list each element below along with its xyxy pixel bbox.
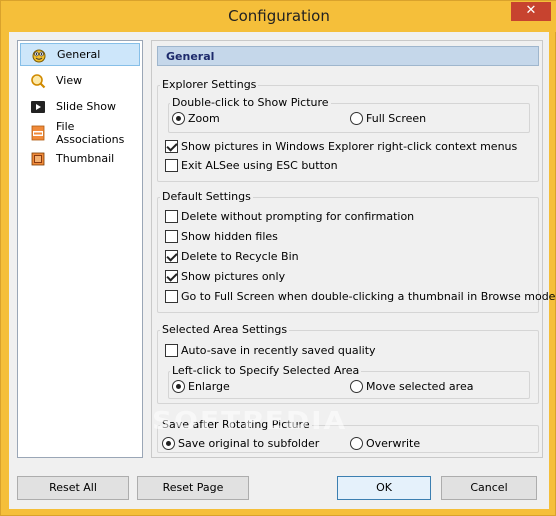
slideshow-icon [30,99,46,115]
nav-label-view: View [56,74,83,87]
auto-save-checkbox[interactable]: Auto-save in recently saved quality [165,344,376,357]
view-icon [30,73,46,89]
show-hidden-label: Show hidden files [181,230,278,243]
reset-page-button[interactable]: Reset Page [137,476,249,500]
ok-button[interactable]: OK [337,476,431,500]
delete-recycle-label: Delete to Recycle Bin [181,250,299,263]
nav-item-slide-show[interactable]: Slide Show [20,95,140,118]
pane-header: General [157,46,539,66]
delete-without-prompt-checkbox[interactable]: Delete without prompting for confirmatio… [165,210,414,223]
overwrite-label: Overwrite [366,437,421,450]
general-icon [31,47,47,63]
configuration-window: Configuration ✕ General View Slide Show … [0,0,556,516]
delete-recycle-box[interactable] [165,250,178,263]
full-screen-radio-button[interactable] [350,112,363,125]
enlarge-label: Enlarge [188,380,230,393]
overwrite-radio-button[interactable] [350,437,363,450]
pane-header-title: General [166,50,215,63]
zoom-radio[interactable]: Zoom [172,112,220,125]
enlarge-radio-button[interactable] [172,380,185,393]
zoom-label: Zoom [188,112,220,125]
auto-save-label: Auto-save in recently saved quality [181,344,376,357]
cancel-button[interactable]: Cancel [441,476,537,500]
window-title: Configuration [228,7,330,25]
nav-item-general[interactable]: General [20,43,140,66]
overwrite-radio[interactable]: Overwrite [350,437,420,450]
nav-label-file-associations: File Associations [56,119,125,146]
save-original-label: Save original to subfolder [178,437,320,450]
enlarge-radio[interactable]: Enlarge [172,380,230,393]
title-bar[interactable]: Configuration ✕ [1,1,556,32]
nav-label-thumbnail: Thumbnail [56,152,115,165]
show-pictures-only-checkbox[interactable]: Show pictures only [165,270,285,283]
show-hidden-box[interactable] [165,230,178,243]
show-pictures-context-label: Show pictures in Windows Explorer right-… [181,140,518,153]
selected-area-title: Selected Area Settings [160,323,290,336]
explorer-settings-title: Explorer Settings [160,78,259,91]
move-area-radio[interactable]: Move selected area [350,380,473,393]
nav-label-slide-show: Slide Show [56,100,117,113]
delete-recycle-checkbox[interactable]: Delete to Recycle Bin [165,250,299,263]
show-hidden-checkbox[interactable]: Show hidden files [165,230,278,243]
zoom-radio-button[interactable] [172,112,185,125]
left-click-title: Left-click to Specify Selected Area [170,364,362,377]
thumbnail-icon [30,151,46,167]
softpedia-watermark: SOFTPEDIA [152,405,348,436]
exit-esc-checkbox[interactable]: Exit ALSee using ESC button [165,159,338,172]
double-click-title: Double-click to Show Picture [170,96,331,109]
full-screen-label: Full Screen [366,112,427,125]
nav-item-view[interactable]: View [20,69,140,92]
delete-without-prompt-label: Delete without prompting for confirmatio… [181,210,415,223]
nav-item-thumbnail[interactable]: Thumbnail [20,147,140,170]
go-full-screen-label: Go to Full Screen when double-clicking a… [181,290,556,303]
settings-pane: General Explorer Settings Double-click t… [151,40,555,458]
dialog-client-area: General View Slide Show File Association… [9,32,555,509]
show-pictures-only-label: Show pictures only [181,270,286,283]
default-settings-title: Default Settings [160,190,253,203]
show-pictures-context-box[interactable] [165,140,178,153]
move-area-label: Move selected area [366,380,474,393]
exit-esc-box[interactable] [165,159,178,172]
full-screen-radio[interactable]: Full Screen [350,112,426,125]
file-associations-icon [30,125,46,141]
reset-all-button[interactable]: Reset All [17,476,129,500]
category-nav: General View Slide Show File Association… [17,40,143,458]
save-original-radio[interactable]: Save original to subfolder [162,437,319,450]
auto-save-box[interactable] [165,344,178,357]
delete-without-prompt-box[interactable] [165,210,178,223]
go-full-screen-checkbox[interactable]: Go to Full Screen when double-clicking a… [165,290,555,303]
go-full-screen-box[interactable] [165,290,178,303]
move-area-radio-button[interactable] [350,380,363,393]
show-pictures-context-checkbox[interactable]: Show pictures in Windows Explorer right-… [165,140,517,153]
show-pictures-only-box[interactable] [165,270,178,283]
save-original-radio-button[interactable] [162,437,175,450]
nav-label-general: General [57,48,101,61]
close-button[interactable]: ✕ [511,2,551,21]
nav-item-file-associations[interactable]: File Associations [20,119,140,146]
exit-esc-label: Exit ALSee using ESC button [181,159,338,172]
